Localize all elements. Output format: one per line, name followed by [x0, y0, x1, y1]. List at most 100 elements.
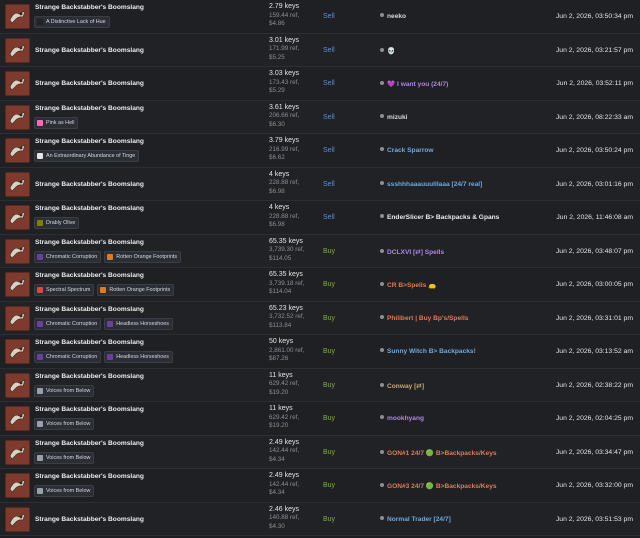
trader-link[interactable]: GON#3 24/7 🟢 B>Backpacks/Keys [380, 482, 497, 490]
paint-can-icon [37, 119, 43, 126]
trader-link[interactable]: neeko [380, 13, 406, 20]
trader-link[interactable]: Philibert | Buy Bp's/Spells [380, 314, 469, 322]
item-name[interactable]: Strange Backstabber's Boomslang [35, 373, 144, 380]
listing-row[interactable]: Strange Backstabber's Boomslang 2.46 key… [0, 502, 640, 536]
trader-link[interactable]: Crack Sparrow [380, 147, 434, 154]
listing-row[interactable]: Strange Backstabber's Boomslang Chromati… [0, 335, 640, 369]
price-block: 2.49 keys 142.44 ref, $4.34 [269, 439, 299, 465]
price-ref: 629.42 ref, [269, 413, 300, 421]
price-keys: 11 keys [269, 371, 293, 379]
item-name[interactable]: Strange Backstabber's Boomslang [35, 4, 144, 11]
tag-label: Rotten Orange Footprints [116, 253, 178, 260]
price-usd: $114.04 [269, 288, 292, 296]
listing-row[interactable]: Strange Backstabber's Boomslang 3.03 key… [0, 67, 640, 101]
item-name[interactable]: Strange Backstabber's Boomslang [35, 181, 144, 188]
intent-label: Buy [323, 348, 336, 355]
trader-name: GON#1 24/7 🟢 B>Backpacks/Keys [387, 449, 497, 457]
item-name[interactable]: Strange Backstabber's Boomslang [35, 138, 144, 145]
listing-row[interactable]: Strange Backstabber's Boomslang Voices f… [0, 402, 640, 436]
item-thumbnail[interactable] [5, 104, 30, 130]
item-name[interactable]: Strange Backstabber's Boomslang [35, 473, 144, 480]
item-thumbnail[interactable] [5, 71, 30, 96]
item-name[interactable]: Strange Backstabber's Boomslang [35, 306, 144, 313]
item-thumbnail[interactable] [5, 138, 30, 163]
tag-label: Headless Horseshoes [116, 354, 169, 360]
spell-icon [37, 454, 43, 461]
item-name[interactable]: Strange Backstabber's Boomslang [35, 406, 144, 413]
trader-link[interactable]: Sunny Witch B> Backpacks! [380, 348, 476, 355]
trader-link[interactable]: 💜 I want you (24/7) [380, 80, 448, 88]
item-thumbnail[interactable] [5, 339, 30, 364]
item-thumbnail[interactable] [5, 506, 30, 532]
listing-row[interactable]: Strange Backstabber's Boomslang Spectral… [0, 268, 640, 302]
item-thumbnail[interactable] [5, 238, 30, 264]
attribute-tag: Headless Horseshoes [104, 317, 173, 330]
item-name[interactable]: Strange Backstabber's Boomslang [35, 205, 144, 212]
tag-list: Voices from Below [34, 418, 95, 430]
item-name[interactable]: Strange Backstabber's Boomslang [35, 80, 144, 87]
item-thumbnail[interactable] [5, 37, 30, 63]
trader-link[interactable]: EnderSlicer B> Backpacks & Gpans [380, 214, 499, 221]
intent-label: Sell [323, 46, 335, 54]
item-name[interactable]: Strange Backstabber's Boomslang [35, 516, 144, 523]
trader-link[interactable]: GON#1 24/7 🟢 B>Backpacks/Keys [380, 449, 497, 457]
trader-link[interactable]: Conway [⇄] [380, 382, 424, 390]
item-name[interactable]: Strange Backstabber's Boomslang [35, 105, 144, 112]
attribute-tag: Chromatic Corruption [34, 317, 102, 330]
price-usd: $6.30 [269, 120, 285, 128]
item-thumbnail[interactable] [5, 372, 30, 398]
item-thumbnail[interactable] [5, 473, 30, 498]
trader-link[interactable]: mookhyang [380, 415, 424, 422]
listing-row[interactable]: Strange Backstabber's Boomslang Voices f… [0, 435, 640, 469]
price-usd: $4.34 [269, 455, 285, 463]
price-usd: $113.84 [269, 321, 292, 329]
price-keys: 4 keys [269, 204, 290, 211]
item-name[interactable]: Strange Backstabber's Boomslang [35, 440, 144, 447]
attribute-tag: Rotten Orange Footprints [97, 284, 175, 296]
tag-list: Voices from Below [34, 384, 95, 397]
spell-icon [37, 488, 43, 494]
item-name[interactable]: Strange Backstabber's Boomslang [35, 272, 144, 279]
listing-row[interactable]: Strange Backstabber's Boomslang Pink as … [0, 100, 640, 134]
listing-date: Jun 2, 2026, 02:38:22 pm [555, 381, 633, 389]
price-ref: 3,732.52 ref, [269, 313, 305, 321]
tag-label: An Extraordinary Abundance of Tinge [46, 153, 136, 159]
intent-label: Sell [323, 214, 335, 221]
listing-row[interactable]: Strange Backstabber's Boomslang Voices f… [0, 469, 640, 503]
online-status-dot [380, 81, 384, 85]
price-block: 2.79 keys 159.44 ref, $4.86 [269, 3, 299, 29]
price-block: 4 keys 228.88 ref, $6.98 [269, 204, 299, 230]
listing-date: Jun 2, 2026, 08:22:33 am [555, 113, 633, 121]
tag-list: Voices from Below [34, 451, 95, 464]
item-thumbnail[interactable] [5, 171, 30, 197]
trader-name: Philibert | Buy Bp's/Spells [387, 314, 469, 322]
listing-row[interactable]: Strange Backstabber's Boomslang A Distin… [0, 0, 640, 34]
item-thumbnail[interactable] [5, 272, 30, 297]
trader-link[interactable]: DCLXVI [⇄] Spells [380, 248, 444, 256]
trader-link[interactable]: 💀 [380, 47, 395, 55]
listing-date: Jun 2, 2026, 03:13:52 am [555, 348, 633, 355]
item-name[interactable]: Strange Backstabber's Boomslang [35, 239, 144, 246]
trader-link[interactable]: ssshhhaaauuulllaaa [24/7 real] [380, 180, 482, 188]
item-thumbnail[interactable] [5, 406, 30, 431]
listing-row[interactable]: Strange Backstabber's Boomslang Drably O… [0, 201, 640, 235]
listing-row[interactable]: Strange Backstabber's Boomslang 4 keys 2… [0, 167, 640, 201]
listing-row[interactable]: Strange Backstabber's Boomslang Chromati… [0, 234, 640, 268]
listing-row[interactable]: Strange Backstabber's Boomslang 3.01 key… [0, 33, 640, 67]
spell-icon [37, 320, 43, 327]
tag-list: A Distinctive Lack of Hue [34, 16, 110, 28]
listing-row[interactable]: Strange Backstabber's Boomslang Chromati… [0, 301, 640, 335]
trader-link[interactable]: Normal Trader [24/7] [380, 515, 451, 523]
item-thumbnail[interactable] [5, 305, 30, 331]
item-thumbnail[interactable] [5, 205, 30, 230]
trader-link[interactable]: mizuki [380, 113, 408, 121]
price-ref: 3,739.18 ref, [269, 279, 305, 287]
item-thumbnail[interactable] [5, 4, 30, 29]
listing-row[interactable]: Strange Backstabber's Boomslang An Extra… [0, 134, 640, 168]
item-name[interactable]: Strange Backstabber's Boomslang [35, 47, 144, 54]
trader-link[interactable]: CR B>Spells 👝 [380, 281, 436, 289]
spell-icon [37, 354, 43, 360]
listing-row[interactable]: Strange Backstabber's Boomslang Voices f… [0, 368, 640, 402]
item-name[interactable]: Strange Backstabber's Boomslang [35, 339, 144, 346]
item-thumbnail[interactable] [5, 439, 30, 465]
